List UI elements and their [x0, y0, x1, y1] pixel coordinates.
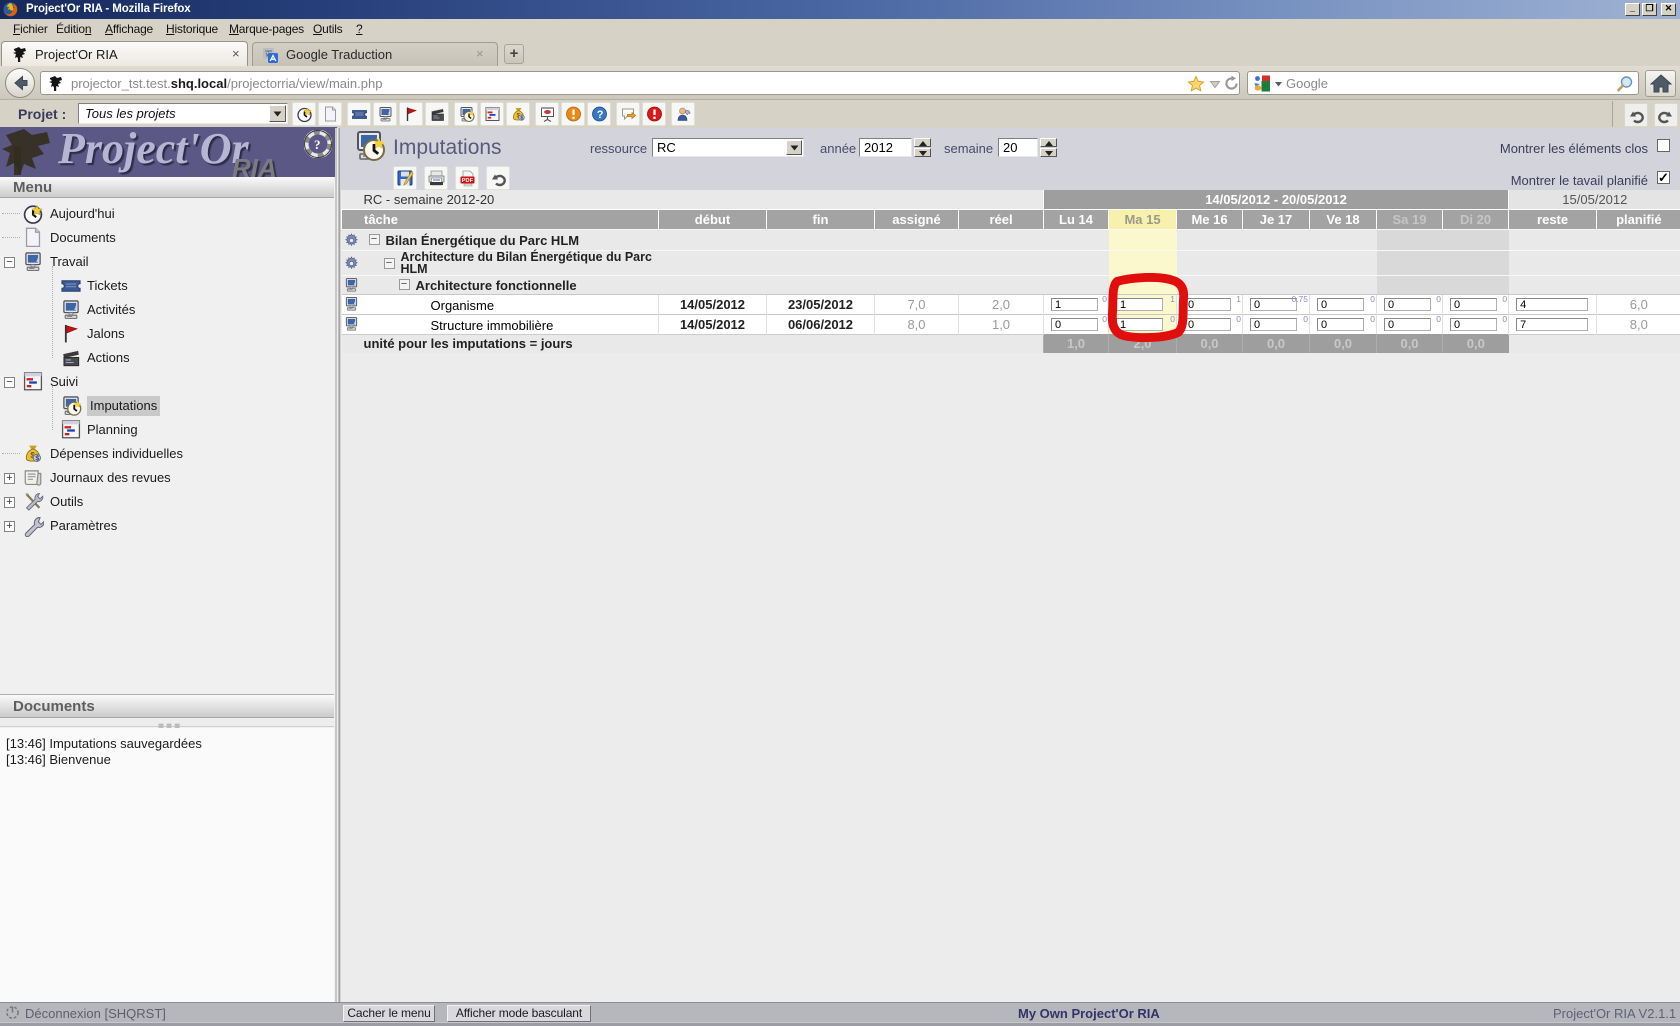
- svg-text:PDF: PDF: [462, 178, 474, 184]
- svg-text:?: ?: [314, 137, 321, 152]
